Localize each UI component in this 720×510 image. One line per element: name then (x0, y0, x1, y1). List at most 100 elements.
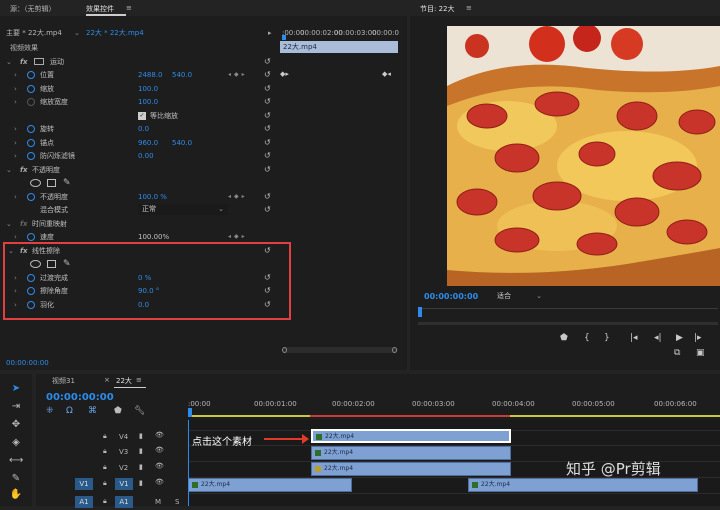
program-time-ruler[interactable] (418, 307, 718, 318)
close-icon[interactable]: × (104, 376, 110, 384)
ellipse-mask-icon[interactable] (30, 179, 41, 187)
eye-icon[interactable]: 👁︎ (155, 478, 164, 486)
effect-clip-bar[interactable]: 22大.mp4 (280, 41, 398, 53)
reset-icon[interactable]: ↺ (264, 190, 271, 204)
track-target-a1[interactable]: A1 (115, 496, 133, 508)
keyframe-icon[interactable]: ◆◂ (382, 70, 391, 78)
flicker-value[interactable]: 0.00 (138, 149, 154, 163)
sync-lock-icon[interactable]: ▮ (139, 463, 143, 471)
reset-icon[interactable]: ↺ (264, 68, 271, 82)
timeline-ruler[interactable]: :00:00 00:00:01:00 00:00:02:00 00:00:03:… (188, 396, 720, 418)
blend-mode-select[interactable]: 正常 ⌄ (138, 204, 228, 215)
eye-icon[interactable]: 👁︎ (155, 431, 164, 439)
track-target-v1[interactable]: V1 (115, 478, 133, 490)
playhead-marker[interactable] (282, 35, 286, 40)
tab-sequence[interactable]: 22大 (116, 376, 132, 386)
panel-menu-icon[interactable]: ≡ (126, 4, 132, 12)
expand-arrow-icon[interactable]: › (14, 284, 17, 298)
lock-icon[interactable]: 🔒︎ (103, 497, 107, 506)
reset-icon[interactable]: ↺ (264, 284, 271, 298)
go-to-in-icon[interactable]: |◂ (630, 333, 638, 343)
nest-icon[interactable]: ⁜ (46, 406, 54, 416)
stopwatch-icon[interactable] (27, 71, 35, 79)
reset-icon[interactable]: ↺ (264, 95, 271, 109)
track-select-tool-icon[interactable]: ⇥ (9, 400, 23, 414)
reset-icon[interactable]: ↺ (264, 55, 271, 69)
source-patch-v1[interactable]: V1 (75, 478, 93, 490)
effect-zoom-scrollbar[interactable] (282, 347, 398, 353)
effect-motion[interactable]: ⌄ fx 运动 ↺ (0, 55, 280, 69)
expand-arrow-icon[interactable]: › (14, 190, 17, 204)
reset-icon[interactable]: ↺ (264, 271, 271, 285)
fx-icon[interactable]: fx (20, 163, 28, 177)
pen-tool-icon[interactable]: ✎ (9, 472, 23, 486)
completion-value[interactable]: 0 % (138, 271, 151, 285)
expand-arrow-icon[interactable]: › (14, 82, 17, 96)
tab-source[interactable]: 源：（无剪辑） (10, 4, 56, 14)
reset-icon[interactable]: ↺ (264, 244, 271, 258)
fx-icon[interactable]: fx (20, 55, 28, 69)
mute-button[interactable]: M (155, 498, 161, 506)
timeline-current-time[interactable]: 00:00:00:00 (46, 392, 114, 403)
step-back-icon[interactable]: ◂| (654, 333, 662, 343)
clip-v4-selected[interactable]: 22大.mp4 (311, 429, 511, 443)
lock-icon[interactable]: 🔒︎ (103, 447, 107, 456)
selection-tool-icon[interactable]: ➤ (9, 382, 23, 396)
clip-v1-b[interactable]: 22大.mp4 (468, 478, 698, 492)
keyframe-nav-icon[interactable]: ◂◆▸ (228, 190, 248, 204)
stopwatch-icon[interactable] (27, 125, 35, 133)
stopwatch-icon[interactable] (27, 193, 35, 201)
reset-icon[interactable]: ↺ (264, 109, 271, 123)
lock-icon[interactable]: 🔒︎ (103, 463, 107, 472)
clip-v3[interactable]: 22大.mp4 (311, 446, 511, 460)
expand-arrow-icon[interactable]: › (14, 136, 17, 150)
clip-v1-a[interactable]: 22大.mp4 (188, 478, 352, 492)
effect-time-remap[interactable]: ⌄ fx 时间重映射 (0, 217, 280, 231)
sync-lock-icon[interactable]: ▮ (139, 447, 143, 455)
panel-menu-icon[interactable]: ≡ (466, 4, 472, 12)
expand-arrow-icon[interactable]: ▸ (268, 27, 272, 40)
expand-arrow-icon[interactable]: › (14, 68, 17, 82)
opacity-value[interactable]: 100.0 % (138, 190, 167, 204)
tab-program[interactable]: 节目: 22大 (420, 4, 455, 14)
pen-mask-icon[interactable]: ✎ (63, 257, 71, 271)
mark-in-icon[interactable]: { (584, 333, 590, 343)
reset-icon[interactable]: ↺ (264, 136, 271, 150)
add-marker-icon[interactable]: ⬟ (560, 333, 568, 343)
lock-icon[interactable]: 🔒︎ (103, 479, 107, 488)
expand-arrow-icon[interactable]: › (14, 298, 17, 312)
master-dropdown-icon[interactable]: ⌄ (74, 27, 80, 40)
razor-tool-icon[interactable]: ◈ (9, 436, 23, 450)
eye-icon[interactable]: 👁︎ (155, 462, 164, 470)
ellipse-mask-icon[interactable] (30, 260, 41, 268)
program-current-time[interactable]: 00:00:00:00 (424, 292, 478, 301)
tab-effect-controls[interactable]: 效果控件 (86, 4, 114, 14)
keyframe-nav-icon[interactable]: ◂◆▸ (228, 68, 248, 82)
reset-icon[interactable]: ↺ (264, 203, 271, 217)
anchor-x-value[interactable]: 960.0 (138, 136, 158, 150)
playhead-marker[interactable] (188, 408, 192, 417)
sync-lock-icon[interactable]: ▮ (139, 479, 143, 487)
stopwatch-icon[interactable] (27, 139, 35, 147)
source-patch-a1[interactable]: A1 (75, 496, 93, 508)
stopwatch-icon[interactable] (27, 287, 35, 295)
lock-icon[interactable]: 🔒︎ (103, 432, 107, 441)
stopwatch-icon[interactable] (27, 274, 35, 282)
scale-value[interactable]: 100.0 (138, 82, 158, 96)
eye-icon[interactable]: 👁︎ (155, 446, 164, 454)
playhead-marker[interactable] (418, 307, 422, 317)
stopwatch-icon[interactable] (27, 85, 35, 93)
effect-timeline-ruler[interactable]: :00:00 00:00:02:00 00:00:03:00 00:00:0 (282, 26, 399, 40)
pen-mask-icon[interactable]: ✎ (63, 176, 71, 190)
program-video-frame[interactable] (447, 26, 720, 286)
ripple-edit-tool-icon[interactable]: ✥ (9, 418, 23, 432)
effect-linear-wipe[interactable]: ⌄ fx 线性擦除 ↺ (0, 244, 280, 258)
position-y-value[interactable]: 540.0 (172, 68, 192, 82)
wrench-icon[interactable]: 🔧︎ (134, 406, 145, 416)
solo-button[interactable]: S (175, 498, 179, 506)
wipe-angle-value[interactable]: 90.0 ° (138, 284, 159, 298)
reset-icon[interactable]: ↺ (264, 122, 271, 136)
rectangle-mask-icon[interactable] (47, 179, 56, 187)
fx-icon[interactable]: fx (20, 244, 28, 258)
effect-current-time[interactable]: 00:00:00:00 (6, 359, 49, 367)
